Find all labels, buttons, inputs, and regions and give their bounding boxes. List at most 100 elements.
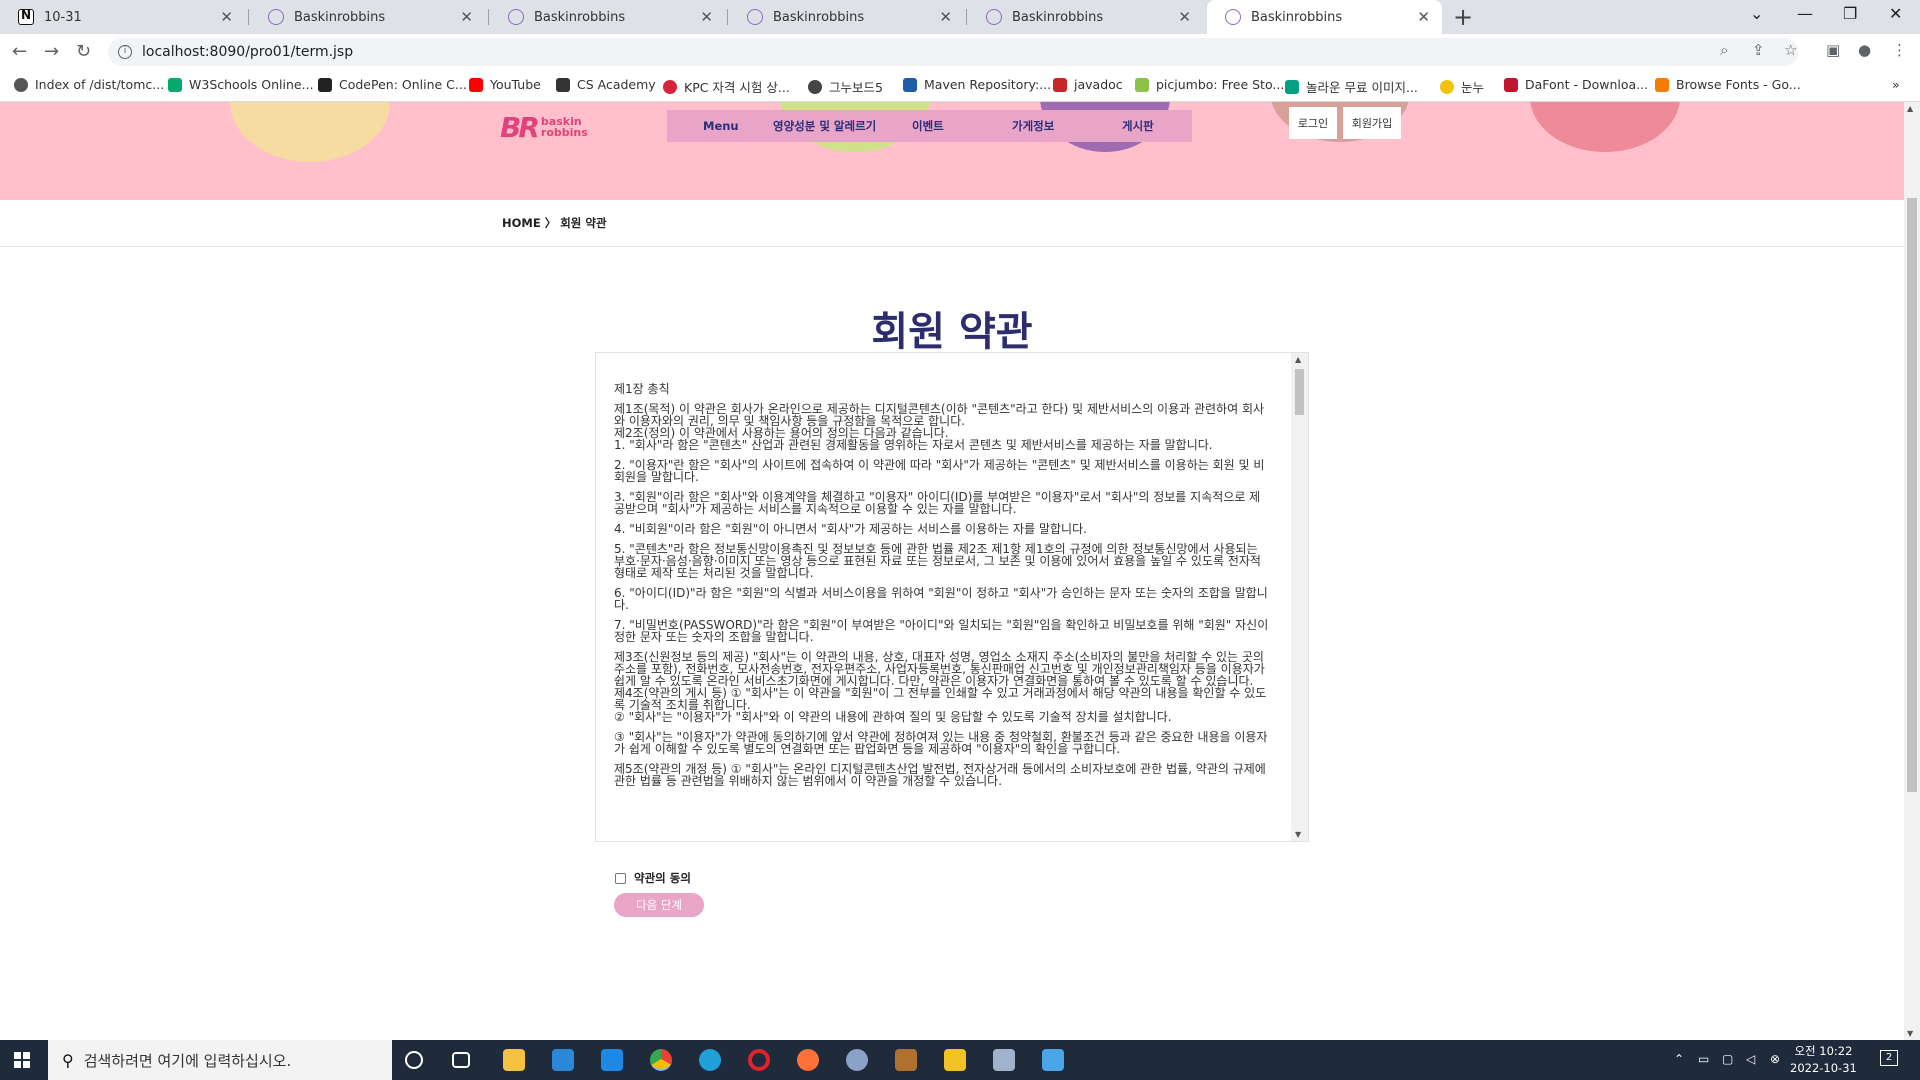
nav-item-board[interactable]: 게시판 <box>1122 118 1154 134</box>
browser-tab[interactable]: Baskinrobbins ✕ <box>490 0 725 34</box>
tab-title: Baskinrobbins <box>1012 9 1104 25</box>
address-bar[interactable]: i localhost:8090/pro01/term.jsp <box>108 38 1798 66</box>
minimize-button[interactable]: — <box>1797 4 1813 23</box>
signup-button[interactable]: 회원가입 <box>1343 107 1401 139</box>
page-scrollbar[interactable]: ▲ ▼ <box>1904 102 1920 1040</box>
site-info-icon[interactable]: i <box>118 45 132 59</box>
bookmark-item[interactable]: picjumbo: Free Sto... <box>1135 77 1284 92</box>
opera-icon[interactable] <box>748 1049 770 1071</box>
bookmark-item[interactable]: DaFont - Downloa... <box>1504 77 1648 92</box>
bookmark-item[interactable]: javadoc <box>1053 77 1123 92</box>
share-icon[interactable]: ⇪ <box>1752 41 1765 59</box>
baskinrobbins-logo[interactable]: BR baskin robbins <box>500 106 588 148</box>
bookmark-item[interactable]: W3Schools Online... <box>168 77 314 92</box>
notification-center-icon[interactable]: 2 <box>1880 1050 1898 1066</box>
login-button[interactable]: 로그인 <box>1289 107 1337 139</box>
profile-avatar-icon[interactable]: ● <box>1858 41 1871 59</box>
app-icon[interactable] <box>846 1049 868 1071</box>
store-icon[interactable] <box>552 1049 574 1071</box>
terms-scrollbar-thumb[interactable] <box>1295 369 1304 415</box>
taskbar-search-box[interactable]: ⚲ 검색하려면 여기에 입력하십시오. <box>48 1040 392 1080</box>
bookmark-item[interactable]: CodePen: Online C... <box>318 77 467 92</box>
volume-muted-icon[interactable]: ◁ <box>1746 1052 1755 1066</box>
scroll-up-arrow-icon[interactable]: ▲ <box>1907 104 1913 113</box>
agree-row[interactable]: 약관의 동의 <box>615 870 691 886</box>
side-panel-icon[interactable]: ▣ <box>1826 41 1840 59</box>
codepen-icon <box>318 77 332 92</box>
tab-divider <box>248 9 249 25</box>
restore-button[interactable]: ❐ <box>1843 4 1857 23</box>
network-icon[interactable]: ▢ <box>1722 1052 1733 1066</box>
tab-search-icon[interactable]: ⌄ <box>1750 4 1763 23</box>
agree-label[interactable]: 약관의 동의 <box>634 870 691 886</box>
show-hidden-icons-icon[interactable]: ⌃ <box>1674 1052 1684 1066</box>
scroll-up-arrow-icon[interactable]: ▲ <box>1295 355 1301 364</box>
close-tab-icon[interactable]: ✕ <box>220 8 233 26</box>
windows-start-icon[interactable] <box>14 1052 30 1068</box>
browser-tab[interactable]: Baskinrobbins ✕ <box>729 0 964 34</box>
bookmark-item[interactable]: 눈누 <box>1440 77 1484 96</box>
site-favicon-icon <box>986 9 1002 25</box>
bookmark-item[interactable]: CS Academy <box>556 77 656 92</box>
app-icon[interactable] <box>993 1049 1015 1071</box>
bookmark-item[interactable]: YouTube <box>469 77 541 92</box>
zoom-icon[interactable]: ⌕ <box>1720 41 1728 59</box>
taskbar-search-placeholder[interactable]: 검색하려면 여기에 입력하십시오. <box>84 1050 292 1071</box>
sticky-notes-icon[interactable] <box>944 1049 966 1071</box>
file-explorer-icon[interactable] <box>503 1049 525 1071</box>
browser-tab[interactable]: 10-31 ✕ <box>0 0 245 34</box>
bookmark-item[interactable]: 그누보드5 <box>808 77 883 96</box>
picjumbo-icon <box>1135 77 1149 92</box>
url-text[interactable]: localhost:8090/pro01/term.jsp <box>142 44 353 60</box>
back-arrow-icon[interactable]: ← <box>12 41 27 62</box>
terms-scrollbar[interactable]: ▲ ▼ <box>1291 353 1308 841</box>
more-bookmarks-icon[interactable]: » <box>1892 77 1900 92</box>
next-step-button[interactable]: 다음 단계 <box>614 893 704 917</box>
firefox-icon[interactable] <box>797 1049 819 1071</box>
close-tab-icon[interactable]: ✕ <box>1417 8 1430 26</box>
tab-title: 10-31 <box>44 9 82 25</box>
terms-scroll-box[interactable]: 제1장 총칙 제1조(목적) 이 약관은 회사가 온라인으로 제공하는 디지털콘텐… <box>595 352 1309 842</box>
mail-icon[interactable] <box>601 1049 623 1071</box>
app-icon[interactable] <box>895 1049 917 1071</box>
bookmark-item[interactable]: 놀라운 무료 이미지... <box>1285 77 1418 96</box>
agree-checkbox[interactable] <box>615 872 626 884</box>
w3schools-icon <box>168 77 182 92</box>
nav-item-store-info[interactable]: 가게정보 <box>1012 118 1054 134</box>
new-tab-button[interactable]: + <box>1453 3 1473 31</box>
nav-item-nutrition[interactable]: 영양성분 및 알레르기 <box>773 118 876 134</box>
browser-tab[interactable]: Baskinrobbins ✕ <box>968 0 1203 34</box>
page-viewport: BR baskin robbins Menu 영양성분 및 알레르기 이벤트 가… <box>0 102 1904 1040</box>
edge-icon[interactable] <box>699 1049 721 1071</box>
browser-toolbar: ← → ↻ i localhost:8090/pro01/term.jsp ⌕ … <box>0 34 1920 70</box>
page-title: 회원 약관 <box>871 309 1033 355</box>
close-window-button[interactable]: ✕ <box>1889 4 1902 23</box>
bookmark-item[interactable]: KPC 자격 시험 상... <box>663 77 790 96</box>
reload-icon[interactable]: ↻ <box>76 41 91 62</box>
cortana-icon[interactable] <box>405 1051 423 1069</box>
meet-now-icon[interactable]: ▭ <box>1698 1052 1709 1066</box>
scroll-down-arrow-icon[interactable]: ▼ <box>1907 1029 1913 1038</box>
photos-icon[interactable] <box>1042 1049 1064 1071</box>
close-tab-icon[interactable]: ✕ <box>939 8 952 26</box>
forward-arrow-icon[interactable]: → <box>44 41 59 62</box>
bookmark-item[interactable]: Maven Repository:... <box>903 77 1051 92</box>
nav-item-menu[interactable]: Menu <box>703 119 739 133</box>
scroll-down-arrow-icon[interactable]: ▼ <box>1295 830 1301 839</box>
chrome-icon[interactable] <box>650 1049 672 1071</box>
system-clock[interactable]: 오전 10:22 2022-10-31 <box>1790 1043 1857 1077</box>
close-tab-icon[interactable]: ✕ <box>700 8 713 26</box>
task-view-icon[interactable] <box>452 1052 470 1068</box>
bookmark-star-icon[interactable]: ☆ <box>1784 41 1797 59</box>
status-icon[interactable]: ⊗ <box>1770 1052 1780 1066</box>
close-tab-icon[interactable]: ✕ <box>1178 8 1191 26</box>
bookmark-item[interactable]: Browse Fonts - Go... <box>1655 77 1801 92</box>
close-tab-icon[interactable]: ✕ <box>460 8 473 26</box>
browser-tab[interactable]: Baskinrobbins ✕ <box>250 0 485 34</box>
chrome-menu-icon[interactable]: ⋮ <box>1892 41 1907 59</box>
bookmark-item[interactable]: Index of /dist/tomc... <box>14 77 164 92</box>
browser-tab-active[interactable]: Baskinrobbins ✕ <box>1207 0 1442 34</box>
nav-item-events[interactable]: 이벤트 <box>912 118 944 134</box>
page-scrollbar-thumb[interactable] <box>1907 198 1917 792</box>
terms-paragraph: 제1조(목적) 이 약관은 회사가 온라인으로 제공하는 디지털콘텐츠(이하 "… <box>614 402 1265 428</box>
